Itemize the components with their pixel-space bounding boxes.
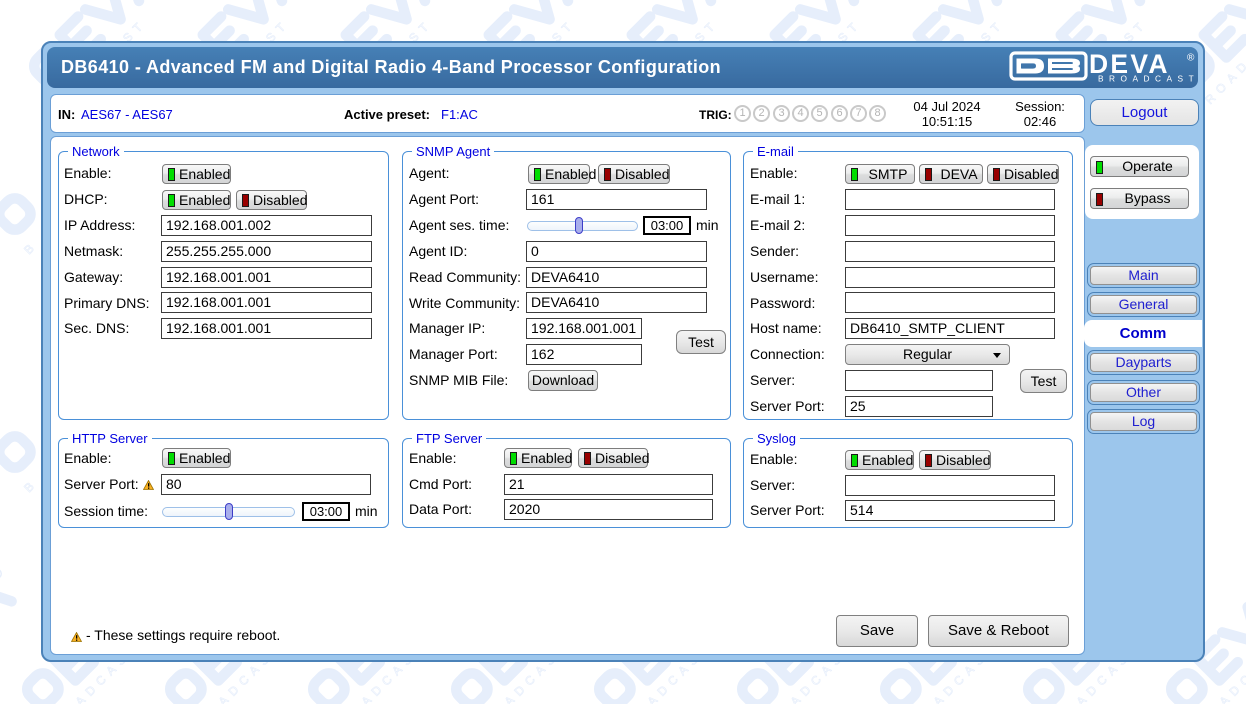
svg-text:BROADCAST: BROADCAST xyxy=(1098,74,1195,84)
svg-text:®: ® xyxy=(1187,53,1195,64)
